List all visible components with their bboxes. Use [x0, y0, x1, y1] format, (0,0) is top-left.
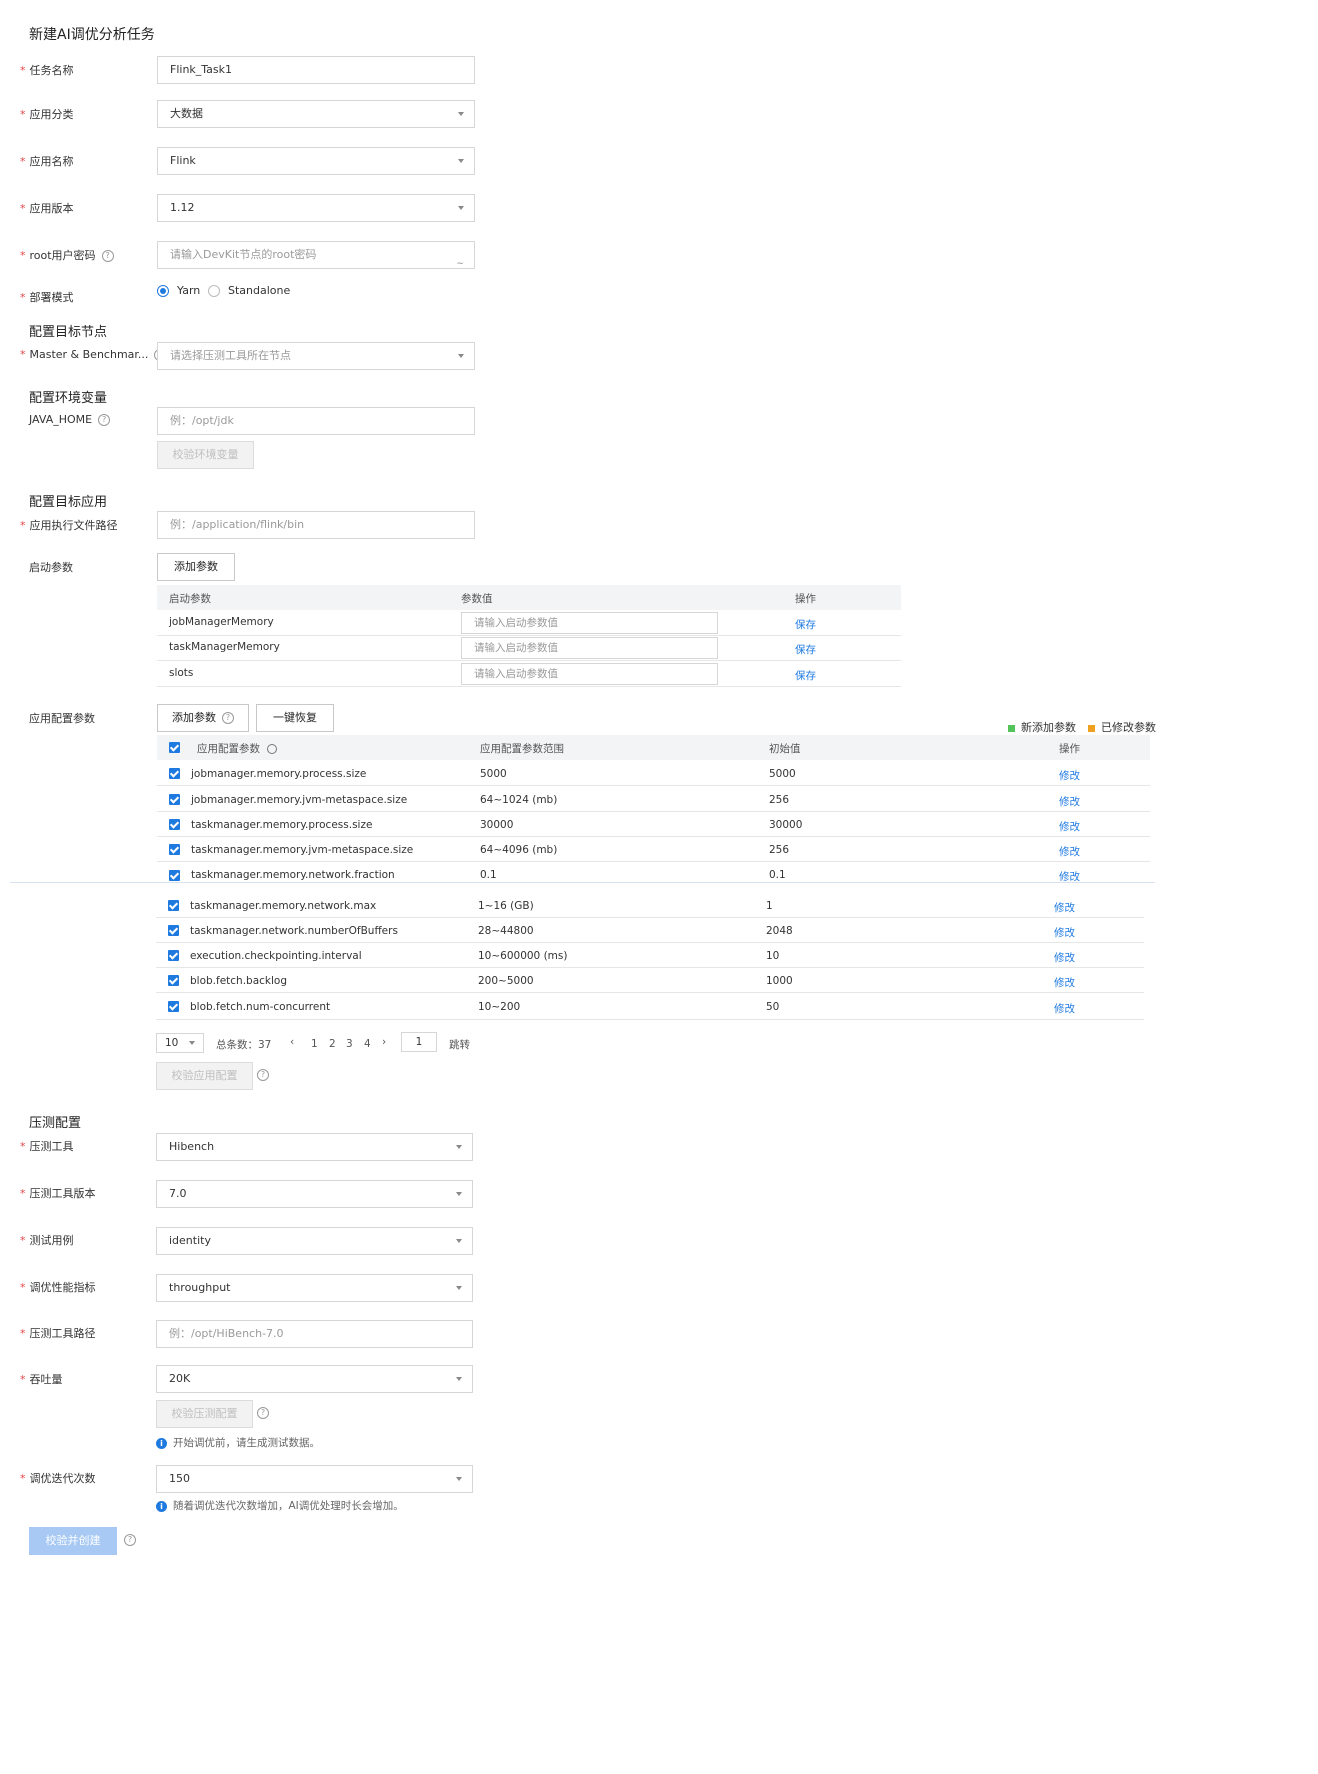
info-icon: i [156, 1437, 167, 1449]
chevron-down-icon [456, 1286, 462, 1290]
screenshot-divider [10, 882, 1155, 883]
table-row: taskmanager.memory.network.fraction 0.1 … [0, 0, 1318, 881]
next-page-icon[interactable]: › [382, 1036, 386, 1048]
config-param-init: 1000 [766, 975, 793, 987]
config-param-name: taskmanager.network.numberOfBuffers [190, 925, 398, 937]
tool-path-label: * 压测工具路径 [20, 1327, 96, 1340]
config-param-range: 0.1 [480, 869, 497, 881]
page-link-2[interactable]: 2 [329, 1038, 336, 1050]
row-checkbox[interactable] [168, 974, 179, 986]
config-param-init: 0.1 [769, 869, 786, 881]
config-param-range: 28~44800 [478, 925, 534, 937]
verify-bench-button[interactable]: 校验压测配置 [156, 1400, 253, 1428]
jump-label[interactable]: 跳转 [449, 1037, 470, 1052]
section-benchmark: 压测配置 [29, 1116, 82, 1131]
config-param-init: 2048 [766, 925, 793, 937]
info-icon: i [156, 1500, 167, 1512]
config-param-init: 50 [766, 1001, 780, 1013]
chevron-down-icon [456, 1239, 462, 1243]
chevron-down-icon [189, 1041, 195, 1045]
config-param-name: blob.fetch.backlog [190, 975, 288, 987]
bench-tool-select[interactable]: Hibench [156, 1133, 473, 1161]
config-param-init: 10 [766, 950, 780, 962]
row-divider [156, 917, 1144, 918]
modify-link[interactable]: 修改 [1054, 975, 1075, 990]
row-checkbox[interactable] [168, 1000, 179, 1012]
config-param-name: execution.checkpointing.interval [190, 950, 362, 962]
checkbox-checked-icon[interactable] [168, 924, 179, 936]
bench-tool-version-label: * 压测工具版本 [20, 1187, 96, 1200]
row-divider [156, 992, 1144, 993]
row-checkbox[interactable] [168, 899, 179, 911]
tool-path-input[interactable]: 例：/opt/HiBench-7.0 [156, 1320, 473, 1348]
modify-link[interactable]: 修改 [1054, 925, 1075, 940]
checkbox-checked-icon[interactable] [168, 899, 179, 911]
help-icon[interactable]: ? [124, 1534, 136, 1546]
bench-tool-version-select[interactable]: 7.0 [156, 1180, 473, 1208]
config-param-range: 10~600000 (ms) [478, 950, 568, 962]
modify-link[interactable]: 修改 [1054, 950, 1075, 965]
help-icon[interactable]: ? [257, 1069, 269, 1081]
chevron-down-icon [456, 1145, 462, 1149]
total-count: 总条数：37 [216, 1039, 272, 1051]
config-param-range: 1~16 (GB) [478, 900, 534, 912]
page-link-3[interactable]: 3 [346, 1038, 353, 1050]
prev-page-icon[interactable]: ‹ [290, 1036, 294, 1048]
row-checkbox[interactable] [168, 949, 179, 961]
iterations-note: i 随着调优迭代次数增加，AI调优处理时长会增加。 [156, 1498, 404, 1513]
jump-page-input[interactable]: 1 [401, 1032, 437, 1052]
checkbox-checked-icon[interactable] [169, 869, 180, 881]
throughput-label: * 吞吐量 [20, 1373, 63, 1386]
help-icon[interactable]: ? [257, 1407, 269, 1419]
test-case-label: * 测试用例 [20, 1234, 74, 1247]
metric-label: * 调优性能指标 [20, 1281, 96, 1294]
verify-create-button[interactable]: 校验并创建 [29, 1527, 117, 1555]
row-divider [156, 1019, 1144, 1020]
config-param-name: blob.fetch.num-concurrent [190, 1001, 331, 1013]
checkbox-checked-icon[interactable] [168, 974, 179, 986]
row-divider [156, 967, 1144, 968]
iterations-label: * 调优迭代次数 [20, 1472, 96, 1485]
config-param-range: 10~200 [478, 1001, 521, 1013]
checkbox-checked-icon[interactable] [168, 1000, 179, 1012]
row-checkbox[interactable] [168, 924, 179, 936]
bench-tool-label: * 压测工具 [20, 1140, 74, 1153]
chevron-down-icon [456, 1377, 462, 1381]
page-link-1[interactable]: 1 [311, 1038, 318, 1050]
chevron-down-icon [456, 1477, 462, 1481]
page-size-select[interactable]: 10 [156, 1033, 204, 1053]
info-note: i 开始调优前，请生成测试数据。 [156, 1435, 320, 1450]
metric-select[interactable]: throughput [156, 1274, 473, 1302]
checkbox-checked-icon[interactable] [168, 949, 179, 961]
config-param-range: 200~5000 [478, 975, 534, 987]
row-divider [156, 942, 1144, 943]
modify-link[interactable]: 修改 [1059, 869, 1080, 881]
config-param-init: 1 [766, 900, 773, 912]
config-param-name: taskmanager.memory.network.fraction [191, 869, 395, 881]
test-case-select[interactable]: identity [156, 1227, 473, 1255]
modify-link[interactable]: 修改 [1054, 900, 1075, 915]
page-link-4[interactable]: 4 [364, 1038, 371, 1050]
chevron-down-icon [456, 1192, 462, 1196]
row-checkbox[interactable] [169, 869, 180, 881]
verify-config-button[interactable]: 校验应用配置 [156, 1062, 253, 1090]
iterations-select[interactable]: 150 [156, 1465, 473, 1493]
throughput-select[interactable]: 20K [156, 1365, 473, 1393]
config-param-name: taskmanager.memory.network.max [190, 900, 377, 912]
modify-link[interactable]: 修改 [1054, 1001, 1075, 1016]
